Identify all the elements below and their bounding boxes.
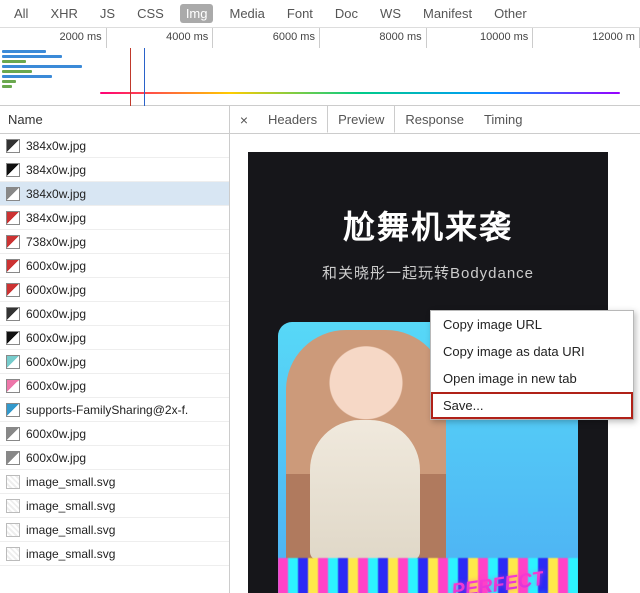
request-row[interactable]: image_small.svg	[0, 518, 229, 542]
file-image-icon	[6, 211, 20, 225]
filter-js[interactable]: JS	[94, 4, 121, 23]
request-row[interactable]: 384x0w.jpg	[0, 158, 229, 182]
file-image-icon	[6, 379, 20, 393]
filter-font[interactable]: Font	[281, 4, 319, 23]
request-row[interactable]: image_small.svg	[0, 542, 229, 566]
filter-manifest[interactable]: Manifest	[417, 4, 478, 23]
filter-doc[interactable]: Doc	[329, 4, 364, 23]
image-context-menu: Copy image URLCopy image as data URIOpen…	[430, 310, 634, 420]
filter-img[interactable]: Img	[180, 4, 214, 23]
timeline-tick: 12000 m	[533, 28, 640, 48]
file-image-icon	[6, 163, 20, 177]
request-row[interactable]: 600x0w.jpg	[0, 254, 229, 278]
file-image-icon	[6, 187, 20, 201]
file-image-icon	[6, 331, 20, 345]
file-image-icon	[6, 427, 20, 441]
request-name: image_small.svg	[26, 499, 115, 513]
request-row[interactable]: image_small.svg	[0, 470, 229, 494]
file-image-icon	[6, 451, 20, 465]
file-image-icon	[6, 403, 20, 417]
tab-response[interactable]: Response	[395, 106, 474, 133]
request-list[interactable]: 384x0w.jpg 384x0w.jpg 384x0w.jpg 384x0w.jpg…	[0, 134, 229, 593]
request-name: 384x0w.jpg	[26, 187, 86, 201]
file-image-icon	[6, 139, 20, 153]
timeline-body	[0, 48, 640, 106]
request-row[interactable]: supports-FamilySharing@2x-f.	[0, 398, 229, 422]
request-name: 600x0w.jpg	[26, 355, 86, 369]
timeline-tick: 4000 ms	[107, 28, 214, 48]
timeline-tick: 6000 ms	[213, 28, 320, 48]
preview-image-subtitle: 和关晓彤一起玩转Bodydance	[248, 262, 608, 283]
file-image-icon	[6, 283, 20, 297]
request-row[interactable]: 600x0w.jpg	[0, 278, 229, 302]
request-name: 384x0w.jpg	[26, 163, 86, 177]
filter-css[interactable]: CSS	[131, 4, 170, 23]
request-row[interactable]: 600x0w.jpg	[0, 374, 229, 398]
filter-other[interactable]: Other	[488, 4, 533, 23]
filter-media[interactable]: Media	[223, 4, 270, 23]
request-row[interactable]: 600x0w.jpg	[0, 422, 229, 446]
filter-xhr[interactable]: XHR	[44, 4, 83, 23]
request-row[interactable]: 600x0w.jpg	[0, 302, 229, 326]
request-name: 600x0w.jpg	[26, 307, 86, 321]
tab-headers[interactable]: Headers	[258, 106, 327, 133]
filter-ws[interactable]: WS	[374, 4, 407, 23]
request-name: 384x0w.jpg	[26, 211, 86, 225]
context-menu-item[interactable]: Copy image URL	[431, 311, 633, 338]
context-menu-item[interactable]: Open image in new tab	[431, 365, 633, 392]
context-menu-item[interactable]: Copy image as data URI	[431, 338, 633, 365]
tab-preview[interactable]: Preview	[327, 106, 395, 133]
detail-tabs: × HeadersPreviewResponseTiming	[230, 106, 640, 134]
tab-timing[interactable]: Timing	[474, 106, 533, 133]
context-menu-item[interactable]: Save...	[431, 392, 633, 419]
request-name: image_small.svg	[26, 475, 115, 489]
file-svg-icon	[6, 499, 20, 513]
request-name: 600x0w.jpg	[26, 427, 86, 441]
request-name: 600x0w.jpg	[26, 259, 86, 273]
request-name: 600x0w.jpg	[26, 331, 86, 345]
request-name: image_small.svg	[26, 523, 115, 537]
network-filter-bar: All XHR JS CSS Img Media Font Doc WS Manifest Othe…	[0, 0, 640, 28]
request-list-panel: Name 384x0w.jpg384x0w.jpg384x0w.jpg384x0…	[0, 106, 230, 593]
timeline-tick: 10000 ms	[427, 28, 534, 48]
file-image-icon	[6, 307, 20, 321]
request-row[interactable]: 600x0w.jpg	[0, 446, 229, 470]
request-row[interactable]: 600x0w.jpg	[0, 326, 229, 350]
file-svg-icon	[6, 475, 20, 489]
file-image-icon	[6, 355, 20, 369]
filter-all[interactable]: All	[8, 4, 34, 23]
request-row[interactable]: 384x0w.jpg	[0, 134, 229, 158]
timeline-tick: 2000 ms	[0, 28, 107, 48]
request-name: 384x0w.jpg	[26, 139, 86, 153]
request-row[interactable]: 738x0w.jpg	[0, 230, 229, 254]
request-name: 600x0w.jpg	[26, 283, 86, 297]
request-row[interactable]: 384x0w.jpg	[0, 182, 229, 206]
preview-image-title: 尬舞机来袭	[248, 152, 608, 248]
timeline-ruler: 2000 ms4000 ms6000 ms8000 ms10000 ms1200…	[0, 28, 640, 48]
file-image-icon	[6, 259, 20, 273]
request-name: image_small.svg	[26, 547, 115, 561]
request-row[interactable]: image_small.svg	[0, 494, 229, 518]
timeline-tick: 8000 ms	[320, 28, 427, 48]
request-name: 600x0w.jpg	[26, 451, 86, 465]
request-row[interactable]: 384x0w.jpg	[0, 206, 229, 230]
request-name: 600x0w.jpg	[26, 379, 86, 393]
file-svg-icon	[6, 547, 20, 561]
request-name: 738x0w.jpg	[26, 235, 86, 249]
request-row[interactable]: 600x0w.jpg	[0, 350, 229, 374]
request-name: supports-FamilySharing@2x-f.	[26, 403, 188, 417]
file-image-icon	[6, 235, 20, 249]
close-icon[interactable]: ×	[230, 112, 258, 128]
timeline-overview[interactable]: 2000 ms4000 ms6000 ms8000 ms10000 ms1200…	[0, 28, 640, 106]
file-svg-icon	[6, 523, 20, 537]
name-column-header[interactable]: Name	[0, 106, 229, 134]
